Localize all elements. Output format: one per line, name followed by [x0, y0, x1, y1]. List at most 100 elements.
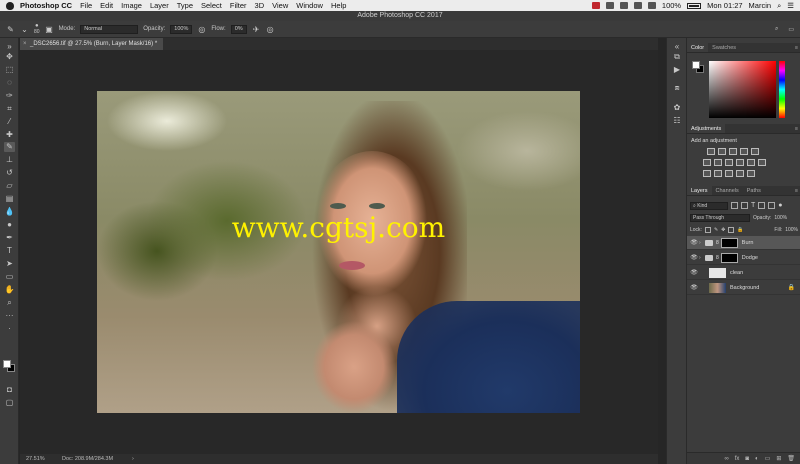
brush-panel-icon[interactable]: ▣ [45, 25, 54, 34]
trash-icon[interactable]: 🗑 [787, 455, 795, 462]
photo-filter-icon[interactable] [736, 159, 744, 166]
quick-mask-icon[interactable]: ◘ [4, 385, 15, 395]
crop-tool-icon[interactable]: ⌗ [4, 104, 15, 114]
pressure-opacity-icon[interactable]: ◎ [197, 25, 206, 34]
properties-icon[interactable]: ⧈ [672, 83, 682, 93]
airbrush-icon[interactable]: ✈ [252, 25, 261, 34]
layer-style-icon[interactable]: fx [735, 456, 740, 462]
chevron-right-icon[interactable]: › [132, 454, 134, 464]
opacity-value[interactable]: 100% [774, 215, 787, 221]
tab-layers[interactable]: Layers [687, 186, 712, 195]
volume-icon[interactable] [647, 2, 656, 9]
menu-list-icon[interactable]: ☰ [787, 1, 794, 10]
menu-image[interactable]: Image [121, 1, 142, 10]
user-name[interactable]: Marcin [749, 1, 772, 10]
selective-color-icon[interactable] [747, 170, 755, 177]
lock-artboard-icon[interactable] [728, 226, 735, 233]
layer-row-dodge[interactable]: 👁 › 8 Dodge [687, 251, 800, 265]
layer-row-background[interactable]: 👁 Background 🔒 [687, 281, 800, 295]
chain-icon[interactable]: 8 [716, 255, 719, 261]
lock-all-icon[interactable]: 🔒 [737, 227, 743, 233]
screen-mode-icon[interactable]: ▢ [4, 398, 15, 408]
clone-stamp-tool-icon[interactable]: ⊥ [4, 155, 15, 165]
menu-window[interactable]: Window [296, 1, 323, 10]
foreground-color-swatch[interactable] [692, 61, 700, 69]
tab-paths[interactable]: Paths [743, 186, 765, 195]
healing-brush-tool-icon[interactable]: ✚ [4, 130, 15, 140]
tab-adjustments[interactable]: Adjustments [687, 124, 726, 133]
hue-saturation-icon[interactable] [703, 159, 711, 166]
menu-3d[interactable]: 3D [255, 1, 265, 10]
blur-tool-icon[interactable]: 💧 [4, 207, 15, 217]
visibility-eye-icon[interactable]: 👁 [689, 284, 699, 291]
opacity-field[interactable]: 100% [170, 24, 193, 34]
search-icon[interactable]: ⌕ [777, 1, 781, 11]
play-actions-icon[interactable]: ▶ [672, 65, 682, 75]
fill-value[interactable]: 100% [785, 227, 798, 233]
document-tab[interactable]: × _DSC2656.tif @ 27.5% (Burn, Layer Mask… [20, 38, 164, 50]
color-field[interactable] [709, 61, 776, 118]
panel-menu-icon[interactable]: ≡ [795, 186, 800, 195]
brush-tool-icon[interactable]: ✎ [4, 142, 15, 152]
brightness-contrast-icon[interactable] [707, 148, 715, 155]
vibrance-icon[interactable] [751, 148, 759, 155]
gradient-tool-icon[interactable]: ▤ [4, 194, 15, 204]
filter-toggle-icon[interactable]: ● [778, 202, 782, 209]
lock-image-icon[interactable]: ✎ [714, 227, 718, 233]
wifi-icon[interactable] [633, 2, 642, 9]
new-group-icon[interactable]: ▭ [765, 455, 771, 462]
panel-menu-icon[interactable]: ≡ [795, 43, 800, 52]
gradient-map-icon[interactable] [736, 170, 744, 177]
layer-mask-thumbnail[interactable] [720, 252, 738, 263]
exposure-icon[interactable] [740, 148, 748, 155]
foreground-color-swatch[interactable] [3, 360, 11, 368]
filter-kind-select[interactable]: ⌕ Kind [690, 201, 728, 210]
link-layers-icon[interactable]: ∞ [724, 456, 728, 462]
menu-layer[interactable]: Layer [150, 1, 169, 10]
new-adjustment-layer-icon[interactable]: ◐ [755, 456, 759, 462]
lock-transparent-icon[interactable] [704, 226, 711, 233]
lasso-tool-icon[interactable]: ◌ [4, 78, 15, 88]
move-tool-icon[interactable]: ✥ [4, 52, 15, 62]
edit-toolbar-icon[interactable]: · [4, 324, 15, 334]
curves-icon[interactable] [729, 148, 737, 155]
zoom-tool-icon[interactable]: ⌕ [4, 298, 15, 308]
invert-icon[interactable] [703, 170, 711, 177]
menu-app-name[interactable]: Photoshop CC [20, 1, 72, 10]
new-layer-icon[interactable]: ⊞ [776, 455, 781, 462]
layer-mask-thumbnail[interactable] [720, 237, 738, 248]
pressure-size-icon[interactable]: ◎ [266, 25, 275, 34]
dodge-tool-icon[interactable]: ● [4, 220, 15, 230]
menu-type[interactable]: Type [177, 1, 193, 10]
brush-tool-icon[interactable]: ✎ [6, 25, 15, 34]
chevron-down-icon[interactable]: ⌄ [20, 25, 29, 34]
status-icon[interactable] [619, 2, 628, 9]
portrait-photo[interactable]: www.cgtsj.com [97, 91, 580, 413]
menu-file[interactable]: File [80, 1, 92, 10]
history-icon[interactable]: ⧉ [672, 52, 682, 62]
app-status-icon[interactable] [591, 2, 600, 9]
marquee-tool-icon[interactable]: ⬚ [4, 65, 15, 75]
tab-channels[interactable]: Channels [712, 186, 743, 195]
canvas-area[interactable]: www.cgtsj.com [20, 50, 658, 454]
menu-help[interactable]: Help [331, 1, 346, 10]
menu-filter[interactable]: Filter [230, 1, 247, 10]
shape-tool-icon[interactable]: ▭ [4, 272, 15, 282]
close-icon[interactable]: × [23, 38, 27, 50]
filter-adjustment-icon[interactable] [741, 202, 748, 209]
status-icon[interactable] [605, 2, 614, 9]
filter-pixel-icon[interactable] [731, 202, 738, 209]
workspace-icon[interactable]: ▭ [788, 26, 794, 33]
quick-selection-tool-icon[interactable]: ✑ [4, 91, 15, 101]
chain-icon[interactable]: 8 [716, 240, 719, 246]
pen-tool-icon[interactable]: ✒ [4, 233, 15, 243]
more-tools-icon[interactable]: ··· [4, 311, 15, 321]
history-brush-tool-icon[interactable]: ↺ [4, 168, 15, 178]
color-balance-icon[interactable] [714, 159, 722, 166]
search-icon[interactable]: ⌕ [775, 26, 778, 33]
visibility-eye-icon[interactable]: 👁 [689, 239, 699, 246]
type-tool-icon[interactable]: T [4, 246, 15, 256]
zoom-level[interactable]: 27.51% [26, 454, 45, 464]
tab-swatches[interactable]: Swatches [708, 43, 740, 52]
clock[interactable]: Mon 01:27 [707, 1, 742, 10]
